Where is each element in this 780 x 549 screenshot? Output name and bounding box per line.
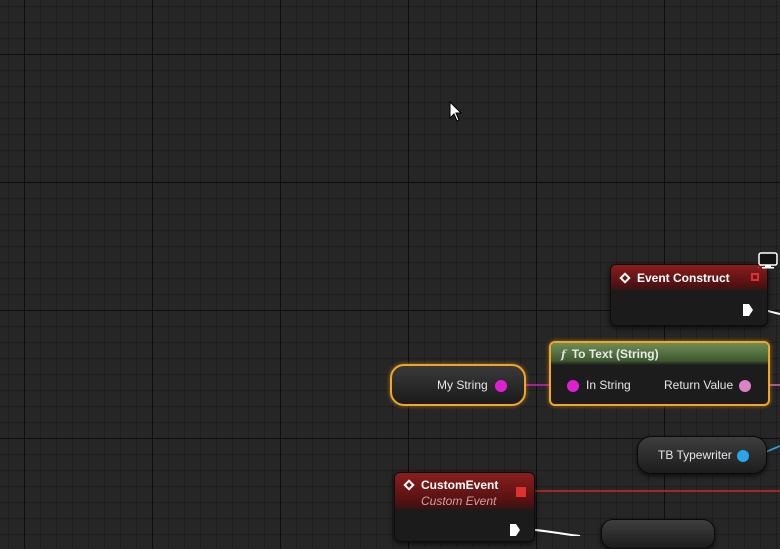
custom-event-title: CustomEvent xyxy=(421,478,499,492)
widget-screen-icon xyxy=(758,252,778,269)
custom-event-titles: CustomEvent Custom Event xyxy=(421,478,498,508)
partial-node[interactable] xyxy=(601,519,715,549)
return-value-pin[interactable] xyxy=(739,380,751,392)
event-diamond-icon xyxy=(403,479,415,491)
exec-output-pin[interactable] xyxy=(743,304,753,316)
in-string-pin[interactable] xyxy=(567,380,579,392)
to-text-function-node[interactable]: f To Text (String) In String Return Valu… xyxy=(549,341,770,406)
event-construct-header: Event Construct xyxy=(611,265,767,291)
tb-typewriter-output-pin[interactable] xyxy=(737,450,749,462)
return-value-label: Return Value xyxy=(664,378,734,392)
event-construct-title: Event Construct xyxy=(637,271,730,285)
mouse-cursor-icon xyxy=(449,101,463,122)
in-string-label: In String xyxy=(586,378,631,392)
tb-typewriter-variable-node[interactable]: TB Typewriter xyxy=(637,436,767,474)
custom-event-node[interactable]: CustomEvent Custom Event xyxy=(394,472,535,542)
my-string-label: My String xyxy=(437,378,488,392)
event-diamond-icon xyxy=(619,272,631,284)
to-text-title: To Text (String) xyxy=(571,347,659,361)
tb-typewriter-label: TB Typewriter xyxy=(658,448,732,462)
custom-event-header: CustomEvent Custom Event xyxy=(395,473,534,511)
to-text-header: f To Text (String) xyxy=(551,343,768,365)
delegate-pin-filled[interactable] xyxy=(516,487,526,497)
my-string-variable-node[interactable]: My String xyxy=(390,364,526,406)
custom-event-exec-pin[interactable] xyxy=(510,524,520,536)
event-construct-node[interactable]: Event Construct xyxy=(610,264,768,326)
custom-event-subtitle: Custom Event xyxy=(421,494,497,508)
delegate-pin[interactable] xyxy=(751,273,759,281)
my-string-output-pin[interactable] xyxy=(495,380,507,392)
function-icon: f xyxy=(561,347,566,361)
